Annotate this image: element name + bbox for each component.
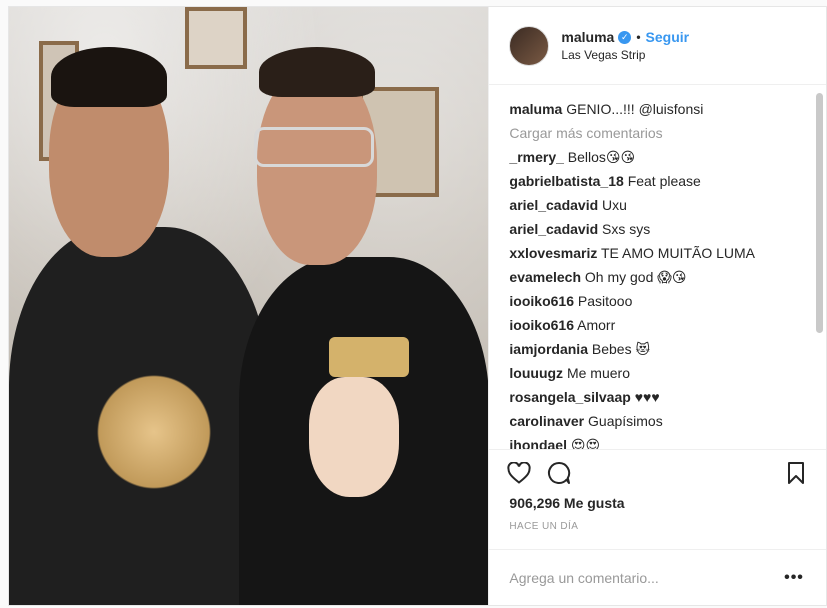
comment-username[interactable]: ariel_cadavid xyxy=(509,197,598,213)
list-item: ariel_cadavid Sxs sys xyxy=(509,217,806,241)
list-item: iamjordania Bebes 😻 xyxy=(509,337,806,361)
comments-list[interactable]: maluma GENIO...!!! @luisfonsi Cargar más… xyxy=(489,85,826,449)
comment-text: Sxs sys xyxy=(602,221,651,237)
glasses xyxy=(254,127,374,167)
list-item: iooiko616 Amorr xyxy=(509,313,806,337)
comment-username[interactable]: iooiko616 xyxy=(509,317,574,333)
comment-username[interactable]: iamjordania xyxy=(509,341,588,357)
comment-username[interactable]: xxlovesmariz xyxy=(509,245,597,261)
likes-count[interactable]: 906,296 Me gusta xyxy=(489,495,826,517)
add-comment-bar: ••• xyxy=(489,549,826,605)
comment-text: Guapísimos xyxy=(588,413,663,429)
comment-username[interactable]: iooiko616 xyxy=(509,293,574,309)
shirt-print-left xyxy=(89,367,219,497)
comment-username[interactable]: jhondael xyxy=(509,437,567,449)
action-bar xyxy=(489,449,826,495)
shirt-face-print xyxy=(309,377,399,497)
instagram-post: maluma ✓ • Seguir Las Vegas Strip maluma… xyxy=(8,6,827,606)
location-link[interactable]: Las Vegas Strip xyxy=(561,48,689,62)
more-options-icon[interactable]: ••• xyxy=(782,566,806,590)
comment-text: Me muero xyxy=(566,365,630,381)
list-item: iooiko616 Pasitooo xyxy=(509,289,806,313)
comment-bubble-icon[interactable] xyxy=(545,459,573,487)
caption: maluma GENIO...!!! @luisfonsi xyxy=(509,97,806,121)
post-header: maluma ✓ • Seguir Las Vegas Strip xyxy=(489,7,826,85)
list-item: gabrielbatista_18 Feat please xyxy=(509,169,806,193)
verified-badge-icon: ✓ xyxy=(618,30,632,44)
comment-text: Pasitooo xyxy=(577,293,633,309)
username-link[interactable]: maluma xyxy=(561,29,614,45)
comment-username[interactable]: rosangela_silvaap xyxy=(509,389,630,405)
list-item: ariel_cadavid Uxu xyxy=(509,193,806,217)
caption-text: GENIO...!!! @luisfonsi xyxy=(566,101,704,117)
post-side-panel: maluma ✓ • Seguir Las Vegas Strip maluma… xyxy=(488,7,826,605)
caption-username[interactable]: maluma xyxy=(509,101,562,117)
comment-text: Oh my god 😱😘 xyxy=(584,269,687,285)
post-photo[interactable] xyxy=(9,7,489,605)
comment-username[interactable]: gabrielbatista_18 xyxy=(509,173,623,189)
bookmark-icon[interactable] xyxy=(782,459,810,487)
heart-icon[interactable] xyxy=(505,459,533,487)
comment-text: Bellos😘😘 xyxy=(567,149,636,165)
comment-text: 😍😍 xyxy=(570,437,601,449)
list-item: rosangela_silvaap ♥♥♥ xyxy=(509,385,806,409)
comment-username[interactable]: louuugz xyxy=(509,365,563,381)
separator-dot: • xyxy=(636,30,641,44)
comment-text: TE AMO MUITÃO LUMA xyxy=(601,245,756,261)
wall-frame-top xyxy=(185,7,247,69)
list-item: _rmery_ Bellos😘😘 xyxy=(509,145,806,169)
comments-scrollbar[interactable] xyxy=(816,93,823,333)
list-item: xxlovesmariz TE AMO MUITÃO LUMA xyxy=(509,241,806,265)
person-left-hair xyxy=(51,47,167,107)
comment-username[interactable]: carolinaver xyxy=(509,413,584,429)
list-item: evamelech Oh my god 😱😘 xyxy=(509,265,806,289)
avatar[interactable] xyxy=(509,25,550,66)
comment-username[interactable]: ariel_cadavid xyxy=(509,221,598,237)
list-item: carolinaver Guapísimos xyxy=(509,409,806,433)
comment-text: Feat please xyxy=(627,173,701,189)
comment-username[interactable]: evamelech xyxy=(509,269,581,285)
person-right-hair xyxy=(259,47,375,97)
list-item: jhondael 😍😍 xyxy=(509,433,806,449)
comment-username[interactable]: _rmery_ xyxy=(509,149,564,165)
header-text: maluma ✓ • Seguir Las Vegas Strip xyxy=(561,29,689,62)
follow-button[interactable]: Seguir xyxy=(646,29,690,45)
shirt-crown-print xyxy=(329,337,409,377)
comment-input[interactable] xyxy=(509,569,782,586)
user-row: maluma ✓ • Seguir xyxy=(561,29,689,45)
list-item: louuugz Me muero xyxy=(509,361,806,385)
comment-text: Uxu xyxy=(602,197,627,213)
comment-text: ♥♥♥ xyxy=(634,389,660,405)
load-more-comments-button[interactable]: Cargar más comentarios xyxy=(509,121,806,145)
comment-text: Amorr xyxy=(577,317,616,333)
post-timestamp[interactable]: HACE UN DÍA xyxy=(489,521,826,545)
comment-text: Bebes 😻 xyxy=(591,341,651,357)
